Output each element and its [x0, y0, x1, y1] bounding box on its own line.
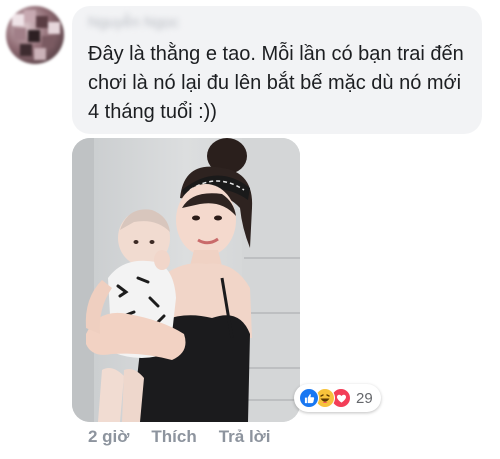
- reaction-count: 29: [356, 389, 373, 407]
- comment-timestamp[interactable]: 2 giờ: [88, 427, 129, 447]
- comment-photo[interactable]: [72, 138, 300, 422]
- photo-woman-holding-baby: [72, 138, 300, 422]
- comment-author-name[interactable]: Nguyễn Ngọc: [88, 14, 200, 32]
- comment-actions: 2 giờ Thích Trả lời: [88, 427, 271, 447]
- like-link[interactable]: Thích: [151, 427, 196, 447]
- like-icon: [299, 388, 319, 408]
- reactions-summary[interactable]: 29: [294, 384, 381, 412]
- comment-avatar[interactable]: [6, 6, 64, 64]
- comment-bubble: Nguyễn Ngọc Đây là thằng e tao. Mỗi lần …: [72, 6, 482, 134]
- reply-link[interactable]: Trả lời: [219, 427, 271, 447]
- comment-text: Đây là thằng e tao. Mỗi lần có bạn trai …: [88, 43, 464, 123]
